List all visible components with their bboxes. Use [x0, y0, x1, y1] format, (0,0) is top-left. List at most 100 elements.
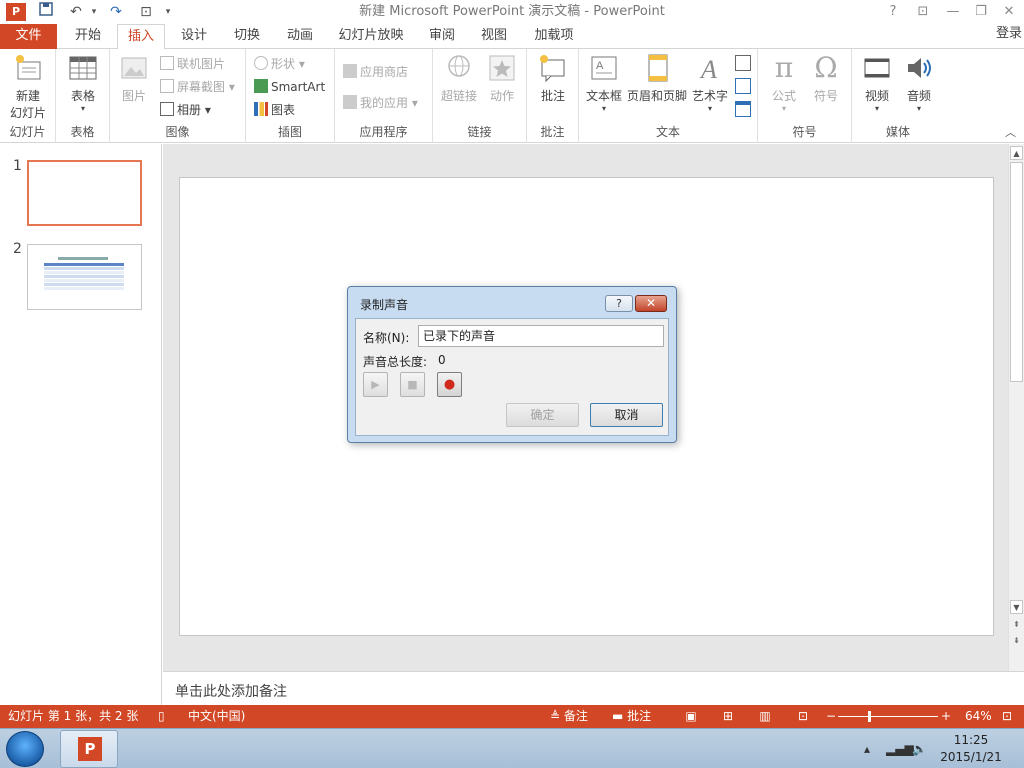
- sign-in-link[interactable]: 登录: [996, 24, 1022, 48]
- textbox-button[interactable]: A 文本框 ▾: [583, 53, 625, 113]
- language-status[interactable]: 中文(中国): [188, 705, 245, 728]
- wordart-button[interactable]: A 艺术字 ▾: [689, 53, 731, 113]
- zoom-level[interactable]: 64%: [965, 705, 992, 728]
- date-time-icon[interactable]: [735, 55, 751, 71]
- group-label-illustrations: 插图: [277, 125, 302, 139]
- restore-icon[interactable]: ❐: [966, 0, 996, 24]
- tab-file[interactable]: 文件: [0, 24, 57, 49]
- screenshot-button[interactable]: 屏幕截图 ▾: [160, 77, 235, 97]
- comment-button[interactable]: 批注: [533, 53, 573, 104]
- network-icon[interactable]: ▂▄▆: [886, 729, 914, 768]
- start-button[interactable]: [6, 731, 44, 767]
- close-window-icon[interactable]: ✕: [994, 0, 1024, 24]
- help-icon[interactable]: ?: [878, 0, 908, 24]
- present-icon[interactable]: ⊡: [136, 2, 156, 22]
- fit-slide-icon[interactable]: ⊡: [1002, 705, 1012, 728]
- notes-pane[interactable]: 单击此处添加备注: [163, 671, 1024, 705]
- taskbar-powerpoint-button[interactable]: P: [60, 730, 118, 768]
- object-icon[interactable]: [735, 101, 751, 117]
- smartart-icon: [254, 79, 268, 93]
- reading-view-icon[interactable]: ▥: [757, 705, 773, 728]
- slide-thumbnail-1[interactable]: [27, 160, 142, 226]
- chart-button[interactable]: 图表: [254, 100, 295, 120]
- zoom-slider-thumb[interactable]: [868, 711, 871, 722]
- tab-review[interactable]: 审阅: [418, 24, 466, 49]
- zoom-slider[interactable]: [838, 705, 938, 728]
- photo-album-button[interactable]: 相册 ▾: [160, 100, 211, 120]
- record-button[interactable]: ●: [437, 372, 462, 397]
- tab-home[interactable]: 开始: [64, 24, 112, 49]
- action-button[interactable]: 动作: [483, 53, 521, 104]
- store-button[interactable]: 应用商店: [343, 62, 408, 82]
- scroll-up-icon[interactable]: ▲: [1010, 146, 1023, 160]
- online-pictures-button[interactable]: 联机图片: [160, 54, 225, 74]
- minimize-icon[interactable]: —: [938, 0, 968, 24]
- total-length-value: 0: [438, 353, 446, 367]
- customize-quick-access-icon[interactable]: ▾: [158, 2, 178, 22]
- symbol-button[interactable]: Ω 符号: [806, 53, 846, 104]
- new-slide-button[interactable]: 新建 幻灯片: [4, 53, 52, 121]
- photo-album-icon: [160, 102, 174, 116]
- powerpoint-taskbar-icon: P: [78, 737, 102, 761]
- audio-button[interactable]: 音频 ▾: [898, 53, 940, 113]
- slide-sorter-icon[interactable]: ⊞: [720, 705, 736, 728]
- system-clock[interactable]: 11:25 2015/1/21: [936, 732, 1006, 766]
- online-pictures-icon: [160, 56, 174, 70]
- next-slide-icon[interactable]: ⇟: [1010, 634, 1023, 648]
- record-sound-dialog: 录制声音 ? ✕ 名称(N): 已录下的声音 声音总长度: 0 ▶ ■ ● 确定…: [347, 286, 677, 443]
- slide-thumbnail-2[interactable]: [27, 244, 142, 310]
- clock-time: 11:25: [953, 733, 989, 747]
- video-button[interactable]: 视频 ▾: [856, 53, 898, 113]
- dialog-help-button[interactable]: ?: [605, 295, 633, 312]
- header-footer-button[interactable]: 页眉和页脚: [625, 53, 689, 104]
- comments-toggle-icon: ▬: [612, 709, 628, 723]
- collapse-ribbon-icon[interactable]: ︿: [1005, 124, 1016, 140]
- tab-animations[interactable]: 动画: [276, 24, 324, 49]
- vertical-scrollbar[interactable]: ▲ ▼ ⇞ ⇟: [1008, 144, 1024, 671]
- undo-dropdown-icon[interactable]: ▾: [84, 2, 104, 22]
- scroll-down-icon[interactable]: ▼: [1010, 600, 1023, 614]
- tab-view[interactable]: 视图: [470, 24, 518, 49]
- zoom-out-button[interactable]: −: [826, 705, 836, 728]
- tab-design[interactable]: 设计: [170, 24, 218, 49]
- tab-slideshow[interactable]: 幻灯片放映: [330, 24, 412, 49]
- tab-insert[interactable]: 插入: [117, 24, 165, 50]
- hyperlink-button[interactable]: 超链接: [438, 53, 480, 104]
- slideshow-view-icon[interactable]: ⊡: [795, 705, 811, 728]
- video-icon: [862, 53, 892, 83]
- ok-button[interactable]: 确定: [506, 403, 579, 427]
- previous-slide-icon[interactable]: ⇞: [1010, 618, 1023, 632]
- dialog-close-button[interactable]: ✕: [635, 295, 667, 312]
- spell-check-icon[interactable]: ▯: [158, 705, 165, 728]
- picture-button[interactable]: 图片: [116, 53, 152, 104]
- cancel-button[interactable]: 取消: [590, 403, 663, 427]
- tab-addins[interactable]: 加载项: [524, 24, 584, 49]
- volume-icon[interactable]: 🔈: [912, 729, 927, 768]
- store-icon: [343, 64, 357, 78]
- shapes-button[interactable]: 形状 ▾: [254, 54, 305, 74]
- group-text: A 文本框 ▾ 页眉和页脚 A 艺术字 ▾ 文本: [579, 49, 758, 143]
- show-hidden-icons[interactable]: ▴: [864, 729, 870, 768]
- undo-icon[interactable]: ↶: [66, 2, 86, 22]
- smartart-button[interactable]: SmartArt: [254, 77, 325, 97]
- equation-button[interactable]: π 公式 ▾: [764, 53, 804, 114]
- scrollbar-thumb[interactable]: [1010, 162, 1023, 382]
- redo-icon[interactable]: ↷: [106, 2, 126, 22]
- comments-toggle-button[interactable]: ▬ 批注: [612, 705, 651, 728]
- slide-number-icon[interactable]: [735, 78, 751, 94]
- group-comments: 批注 批注: [527, 49, 579, 143]
- ribbon-display-options-icon[interactable]: ⊡: [908, 0, 938, 24]
- play-button[interactable]: ▶: [363, 372, 388, 397]
- save-icon[interactable]: [36, 2, 56, 22]
- new-slide-label-1: 新建: [15, 89, 40, 103]
- table-button[interactable]: 表格 ▾: [62, 53, 104, 113]
- sound-name-input[interactable]: 已录下的声音: [418, 325, 664, 347]
- notes-toggle-button[interactable]: ≜ 备注: [550, 705, 588, 728]
- stop-button[interactable]: ■: [400, 372, 425, 397]
- my-apps-button[interactable]: 我的应用 ▾: [343, 93, 418, 113]
- table-label: 表格: [70, 89, 95, 103]
- table-icon: [68, 53, 98, 83]
- zoom-in-button[interactable]: +: [941, 705, 951, 728]
- tab-transitions[interactable]: 切换: [223, 24, 271, 49]
- normal-view-icon[interactable]: ▣: [683, 705, 699, 728]
